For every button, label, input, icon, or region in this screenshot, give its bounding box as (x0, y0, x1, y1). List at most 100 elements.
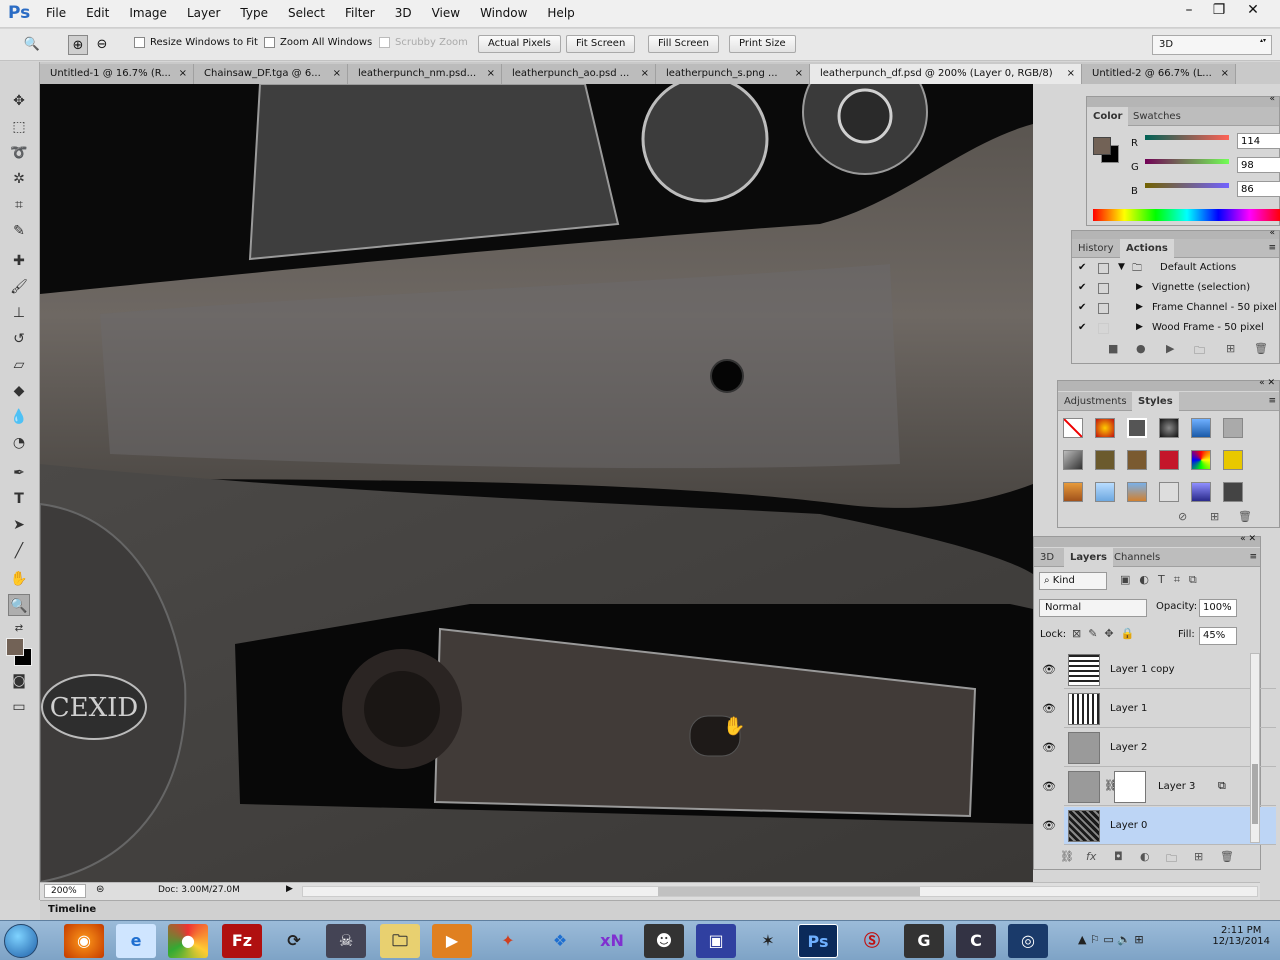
layer-filter-icons[interactable]: ▣◐T⌗⧉ (1120, 573, 1206, 587)
marquee-tool-icon[interactable]: ⬚ (8, 116, 30, 138)
resize-windows-checkbox[interactable]: Resize Windows to Fit (134, 37, 258, 48)
line-tool-icon[interactable]: ╱ (8, 540, 30, 562)
new-layer-icon[interactable]: ⊞ (1194, 850, 1203, 863)
action-item[interactable]: ✔ ▶ Vignette (selection) (1072, 279, 1279, 299)
zoom-tool-icon[interactable]: 🔍 (8, 594, 30, 616)
tab-close-icon[interactable]: × (1221, 64, 1229, 84)
style-swatch[interactable] (1223, 418, 1243, 438)
file-explorer-icon[interactable]: 🗀 (380, 924, 420, 958)
action-item[interactable]: ✔ ▶ Frame Channel - 50 pixel (1072, 299, 1279, 319)
zoom-level-field[interactable]: 200% (44, 884, 86, 898)
expand-icon[interactable]: ▼ (1118, 262, 1125, 272)
close-icon[interactable]: ✕ (1238, 0, 1268, 20)
style-swatch[interactable] (1159, 482, 1179, 502)
adjustment-layer-icon[interactable]: ◐ (1140, 850, 1150, 863)
lasso-tool-icon[interactable]: ➰ (8, 142, 30, 164)
menu-view[interactable]: View (432, 6, 460, 20)
menu-type[interactable]: Type (240, 6, 268, 20)
app-icon[interactable]: ☻ (644, 924, 684, 958)
panel-menu-icon[interactable]: ≡ (1268, 396, 1276, 406)
eyedropper-tool-icon[interactable]: ✎ (8, 220, 30, 242)
style-swatch[interactable] (1127, 482, 1147, 502)
b-slider[interactable] (1145, 183, 1229, 188)
style-swatch[interactable] (1063, 450, 1083, 470)
menu-file[interactable]: File (46, 6, 66, 20)
tab-close-icon[interactable]: × (179, 64, 187, 84)
layers-scrollbar[interactable] (1250, 653, 1260, 843)
app-icon[interactable]: ⟳ (274, 924, 314, 958)
crop-tool-icon[interactable]: ⌗ (8, 194, 30, 216)
tab-color[interactable]: Color (1087, 107, 1129, 126)
app-icon[interactable]: ▣ (696, 924, 736, 958)
system-tray[interactable]: ▲ ⚐ ▭ 🔈 ⊞ (1078, 933, 1144, 946)
new-style-icon[interactable]: ⊞ (1210, 510, 1219, 523)
tab-swatches[interactable]: Swatches (1127, 107, 1187, 126)
tab-chainsaw[interactable]: Chainsaw_DF.tga @ 6... × (194, 64, 348, 84)
tab-actions[interactable]: Actions (1120, 239, 1174, 258)
r-value-field[interactable] (1237, 133, 1280, 149)
dodge-tool-icon[interactable]: ◔ (8, 432, 30, 454)
blur-tool-icon[interactable]: 💧 (8, 406, 30, 428)
status-menu-arrow-icon[interactable]: ▶ (286, 884, 293, 894)
quick-mask-icon[interactable]: ◙ (8, 670, 30, 692)
blend-mode-select[interactable]: Normal (1039, 599, 1147, 617)
menu-layer[interactable]: Layer (187, 6, 220, 20)
layer-row-selected[interactable]: 👁 Layer 0 (1042, 807, 1276, 845)
new-set-icon[interactable]: 🗀 (1194, 342, 1205, 361)
record-icon[interactable]: ● (1136, 342, 1146, 355)
new-group-icon[interactable]: 🗀 (1166, 850, 1177, 869)
eye-icon[interactable]: 👁 (1042, 819, 1056, 832)
layer-row[interactable]: 👁 Layer 1 copy (1042, 651, 1276, 689)
check-icon[interactable]: ✔ (1078, 322, 1086, 333)
document-canvas[interactable]: CEXID ✋ (40, 84, 1033, 882)
panel-collapse-icon[interactable]: « ✕ (1240, 534, 1256, 544)
color-spectrum[interactable] (1093, 209, 1280, 221)
fill-screen-button[interactable]: Fill Screen (648, 35, 719, 53)
style-swatch[interactable] (1191, 450, 1211, 470)
tab-untitled-2[interactable]: Untitled-2 @ 66.7% (L... × (1082, 64, 1236, 84)
action-item[interactable]: ✔ ▼ 🗀 Default Actions (1072, 259, 1279, 279)
clone-stamp-tool-icon[interactable]: ⊥ (8, 302, 30, 324)
eye-icon[interactable]: 👁 (1042, 663, 1056, 676)
style-swatch[interactable] (1095, 482, 1115, 502)
r-slider[interactable] (1145, 135, 1229, 140)
action-item[interactable]: ✔ ▶ Wood Frame - 50 pixel (1072, 319, 1279, 339)
foreground-color-swatch[interactable] (6, 638, 24, 656)
style-swatch[interactable] (1095, 450, 1115, 470)
eye-icon[interactable]: 👁 (1042, 741, 1056, 754)
start-button[interactable] (4, 924, 38, 958)
trash-icon[interactable]: 🗑 (1238, 510, 1252, 523)
print-size-button[interactable]: Print Size (729, 35, 796, 53)
b-value-field[interactable] (1237, 181, 1280, 197)
check-icon[interactable]: ✔ (1078, 282, 1086, 293)
paint-bucket-tool-icon[interactable]: ◆ (8, 380, 30, 402)
xnview-icon[interactable]: xN (592, 924, 632, 958)
expand-icon[interactable]: ▶ (1136, 302, 1143, 312)
style-swatch[interactable] (1159, 450, 1179, 470)
restore-icon[interactable]: ❐ (1204, 0, 1234, 20)
play-icon[interactable]: ▶ (1166, 342, 1174, 355)
tab-channels[interactable]: Channels (1108, 548, 1166, 567)
panel-collapse-icon[interactable]: « (1269, 228, 1275, 238)
pen-tool-icon[interactable]: ✒ (8, 462, 30, 484)
style-swatch[interactable] (1191, 418, 1211, 438)
panel-collapse-icon[interactable]: « (1269, 94, 1275, 104)
check-icon[interactable]: ✔ (1078, 302, 1086, 313)
layer-row[interactable]: 👁 Layer 2 (1042, 729, 1276, 767)
tab-layers[interactable]: Layers (1064, 548, 1113, 567)
panel-menu-icon[interactable]: ≡ (1249, 552, 1257, 562)
tab-close-icon[interactable]: × (641, 64, 649, 84)
zoom-out-icon[interactable]: ⊖ (92, 35, 112, 55)
menu-select[interactable]: Select (288, 6, 325, 20)
menu-window[interactable]: Window (480, 6, 527, 20)
dropbox-icon[interactable]: ❖ (540, 924, 580, 958)
status-export-icon[interactable]: ⊜ (96, 884, 104, 895)
move-tool-icon[interactable]: ✥ (8, 90, 30, 112)
g-slider[interactable] (1145, 159, 1229, 164)
chrome-icon[interactable]: ● (168, 924, 208, 958)
tab-close-icon[interactable]: × (487, 64, 495, 84)
kind-filter-select[interactable]: ⌕ Kind (1039, 572, 1107, 590)
clock[interactable]: 2:11 PM 12/13/2014 (1212, 925, 1270, 947)
style-swatch[interactable] (1223, 482, 1243, 502)
app-icon[interactable]: Ⓢ (852, 924, 892, 958)
